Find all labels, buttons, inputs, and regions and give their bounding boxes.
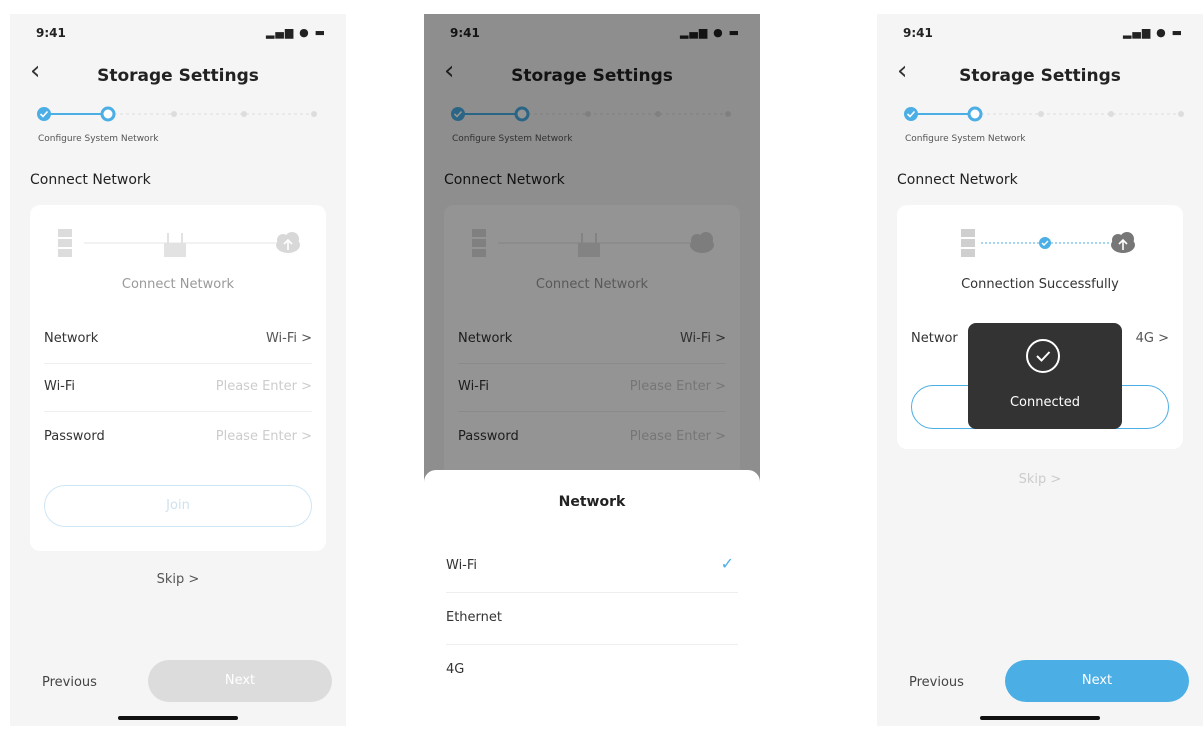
wifi-row[interactable]: Wi-Fi Please Enter > — [44, 363, 312, 412]
network-label: Network — [44, 331, 99, 346]
storage-icon — [58, 229, 72, 257]
option-ethernet[interactable]: Ethernet — [446, 592, 738, 645]
skip-link[interactable]: Skip > — [877, 472, 1203, 487]
previous-button[interactable]: Previous — [909, 675, 964, 690]
option-label: 4G — [446, 662, 465, 677]
storage-icon — [961, 229, 975, 257]
step-progress — [34, 104, 324, 124]
wifi-label: Wi-Fi — [44, 379, 76, 394]
signal-wifi-battery-icon: ▂▄▆ ● ▬ — [1122, 26, 1183, 39]
check-icon: ✓ — [720, 554, 734, 573]
signal-wifi-battery-icon: ▂▄▆ ● ▬ — [265, 26, 326, 39]
cloud-icon — [276, 232, 300, 253]
page-title: Storage Settings — [97, 66, 259, 86]
password-placeholder: Please Enter > — [215, 429, 312, 444]
section-title: Connect Network — [30, 172, 151, 188]
connect-card: Connect Network Network Wi-Fi > Wi-Fi Pl… — [30, 205, 326, 551]
password-label: Password — [44, 429, 105, 444]
connect-status-text: Connect Network — [121, 277, 235, 292]
status-bar: 9:41 ▂▄▆ ● ▬ — [36, 26, 326, 46]
cloud-upload-icon — [1111, 232, 1135, 253]
network-value: Wi-Fi > — [265, 331, 312, 346]
section-title: Connect Network — [897, 172, 1018, 188]
phone-screen-connect-form: 9:41 ▂▄▆ ● ▬ ‹ Storage Settings Configur… — [10, 14, 346, 726]
phone-screen-connected: 9:41 ▂▄▆ ● ▬ ‹ Storage Settings Configur… — [877, 14, 1203, 726]
home-indicator — [980, 716, 1100, 720]
home-indicator — [118, 716, 238, 720]
password-row[interactable]: Password Please Enter > — [44, 413, 312, 461]
sheet-title: Network — [558, 494, 626, 510]
option-label: Wi-Fi — [446, 558, 478, 573]
option-label: Ethernet — [446, 610, 502, 625]
join-button[interactable]: Join — [44, 485, 312, 527]
router-icon — [164, 233, 186, 257]
connected-toast: Connected — [968, 323, 1122, 429]
status-time: 9:41 — [36, 26, 66, 40]
network-row[interactable]: Network Wi-Fi > — [44, 315, 312, 364]
option-4g[interactable]: 4G — [446, 644, 738, 696]
check-circle-icon — [1026, 339, 1060, 373]
phone-screen-network-picker: 9:41 ▂▄▆ ● ▬ ‹ Storage Settings Configur… — [424, 14, 760, 726]
next-button[interactable]: Next — [148, 660, 332, 702]
wifi-placeholder: Please Enter > — [215, 379, 312, 394]
status-time: 9:41 — [903, 26, 933, 40]
step-label: Configure System Network — [38, 134, 159, 144]
page-title: Storage Settings — [959, 66, 1121, 86]
step-progress — [901, 104, 1191, 124]
toast-text: Connected — [1009, 395, 1080, 410]
connection-diagram — [50, 223, 306, 263]
check-circle-icon — [1039, 237, 1051, 249]
previous-button[interactable]: Previous — [42, 675, 97, 690]
connection-success-text: Connection Successfully — [961, 277, 1119, 292]
skip-link[interactable]: Skip > — [10, 572, 346, 587]
status-bar: 9:41 ▂▄▆ ● ▬ — [903, 26, 1183, 46]
next-button[interactable]: Next — [1005, 660, 1189, 702]
network-label: Networ — [911, 331, 958, 346]
connection-diagram — [917, 223, 1163, 263]
step-label: Configure System Network — [905, 134, 1026, 144]
network-bottom-sheet: Network Wi-Fi ✓ Ethernet 4G — [424, 470, 760, 726]
network-value: 4G > — [1135, 331, 1169, 346]
option-wifi[interactable]: Wi-Fi ✓ — [446, 540, 738, 593]
